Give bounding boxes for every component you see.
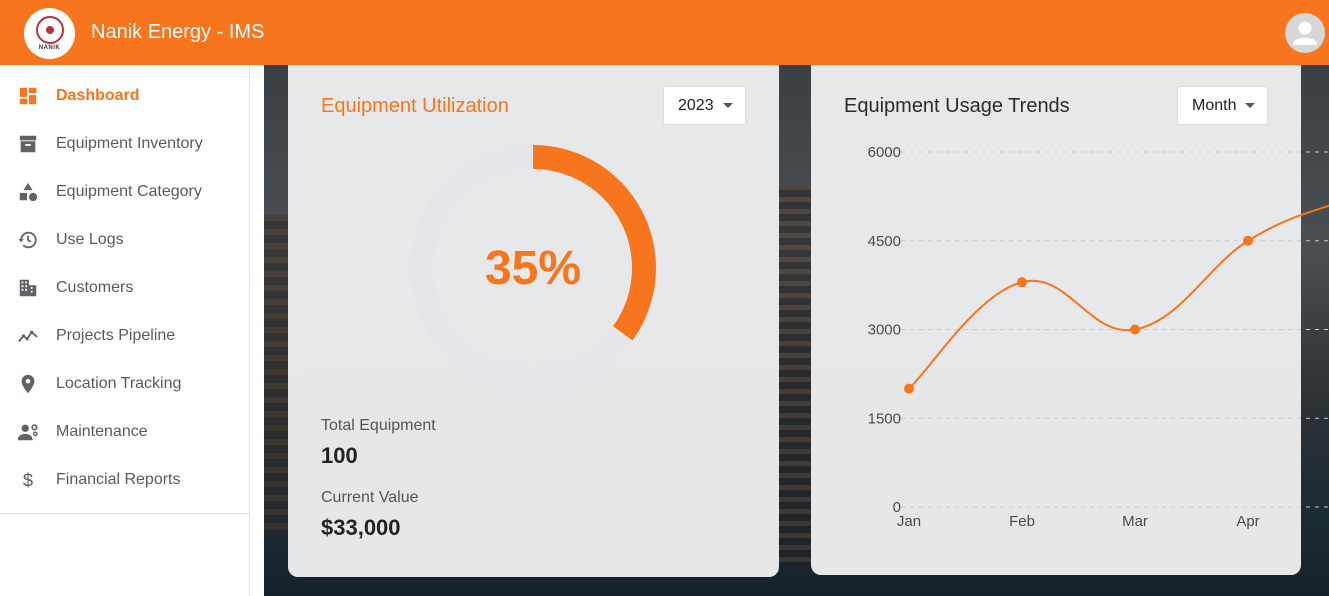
sidebar: Dashboard Equipment Inventory Equipment … bbox=[0, 65, 250, 596]
engineer-icon bbox=[0, 421, 56, 443]
archive-icon bbox=[0, 133, 56, 155]
y-tick-label: 4500 bbox=[868, 233, 901, 250]
year-select-value: 2023 bbox=[678, 96, 714, 114]
user-avatar[interactable] bbox=[1285, 13, 1325, 53]
user-avatar-icon bbox=[1293, 21, 1317, 45]
app-title: Nanik Energy - IMS bbox=[91, 21, 265, 43]
x-tick-label: Jan bbox=[897, 513, 921, 530]
data-point bbox=[904, 383, 914, 394]
sidebar-item-use-logs[interactable]: Use Logs bbox=[0, 216, 249, 264]
dashboard-icon bbox=[0, 85, 56, 107]
total-equipment-label: Total Equipment bbox=[321, 417, 436, 434]
total-equipment-value: 100 bbox=[321, 443, 358, 468]
utilization-percent: 35% bbox=[484, 241, 582, 295]
sidebar-nav: Dashboard Equipment Inventory Equipment … bbox=[0, 65, 249, 514]
location-pin-icon bbox=[0, 373, 56, 395]
sidebar-item-label: Maintenance bbox=[56, 423, 148, 440]
sidebar-item-customers[interactable]: Customers bbox=[0, 264, 249, 312]
data-point bbox=[1243, 235, 1253, 246]
utilization-donut: 35% bbox=[408, 143, 658, 393]
sidebar-item-label: Use Logs bbox=[56, 231, 124, 248]
sidebar-item-dashboard[interactable]: Dashboard bbox=[0, 72, 249, 120]
y-tick-label: 1500 bbox=[868, 410, 901, 427]
logo-emblem-icon bbox=[35, 16, 64, 44]
data-point bbox=[1130, 324, 1140, 335]
sidebar-item-label: Equipment Category bbox=[56, 183, 202, 200]
sidebar-item-financial-reports[interactable]: $ Financial Reports bbox=[0, 456, 249, 504]
history-icon bbox=[0, 229, 56, 251]
logo-text: NANIK bbox=[38, 45, 61, 51]
x-tick-label: Feb bbox=[1009, 513, 1035, 530]
sidebar-item-equipment-category[interactable]: Equipment Category bbox=[0, 168, 249, 216]
card-title: Equipment Utilization bbox=[321, 95, 509, 117]
current-value-label: Current Value bbox=[321, 489, 419, 506]
y-tick-label: 3000 bbox=[868, 322, 901, 339]
background-photo-detail bbox=[779, 185, 811, 565]
current-value-amount: $33,000 bbox=[321, 515, 401, 540]
series-line bbox=[908, 204, 1329, 390]
dollar-icon: $ bbox=[0, 469, 56, 491]
svg-text:$: $ bbox=[23, 469, 33, 490]
equipment-usage-trends-card: Equipment Usage Trends Month 6000 4500 300… bbox=[811, 65, 1329, 575]
sidebar-item-label: Dashboard bbox=[56, 87, 140, 104]
sidebar-item-label: Customers bbox=[56, 279, 134, 296]
sidebar-item-equipment-inventory[interactable]: Equipment Inventory bbox=[0, 120, 249, 168]
sidebar-item-maintenance[interactable]: Maintenance bbox=[0, 408, 249, 456]
x-tick-label: Apr bbox=[1236, 513, 1259, 530]
sidebar-item-label: Financial Reports bbox=[56, 471, 181, 488]
sidebar-item-label: Location Tracking bbox=[56, 375, 182, 392]
sidebar-item-projects-pipeline[interactable]: Projects Pipeline bbox=[0, 312, 249, 360]
sidebar-item-location-tracking[interactable]: Location Tracking bbox=[0, 360, 249, 408]
trending-icon bbox=[0, 325, 56, 347]
x-tick-label: Mar bbox=[1122, 513, 1148, 530]
sidebar-item-label: Equipment Inventory bbox=[56, 135, 203, 152]
y-tick-label: 6000 bbox=[868, 144, 901, 161]
usage-trend-chart: 60004500300015000Jan Feb Mar Apr bbox=[868, 144, 1329, 530]
chevron-down-icon bbox=[722, 103, 733, 108]
building-icon bbox=[0, 277, 56, 299]
category-icon bbox=[0, 181, 56, 203]
sidebar-item-label: Projects Pipeline bbox=[56, 327, 176, 344]
data-point bbox=[1017, 277, 1027, 288]
year-select[interactable]: 2023 bbox=[663, 86, 746, 125]
equipment-utilization-card: Equipment Utilization 2023 35% Total Equ… bbox=[288, 65, 779, 577]
top-app-bar: NANIK Nanik Energy - IMS bbox=[0, 0, 1329, 65]
company-logo[interactable]: NANIK bbox=[24, 8, 75, 59]
